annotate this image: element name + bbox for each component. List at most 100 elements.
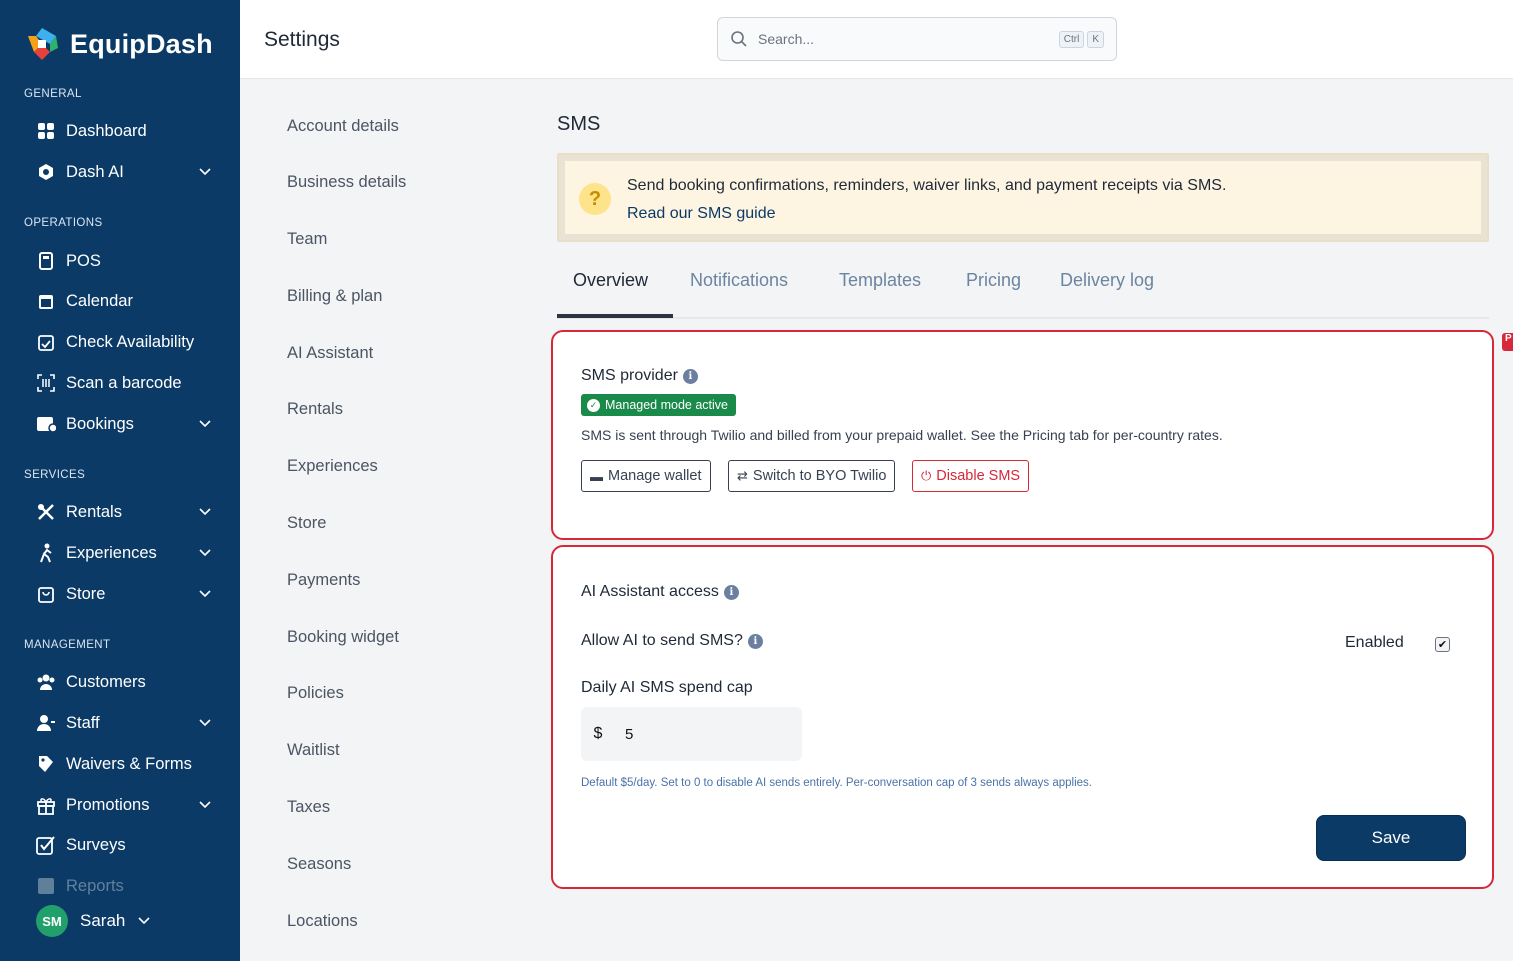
ai-access-label: AI Assistant access i bbox=[581, 583, 739, 601]
daily-cap-input[interactable] bbox=[615, 707, 802, 761]
nav-section-services: SERVICES bbox=[24, 469, 86, 481]
sidebar-item-customers[interactable]: Customers bbox=[36, 665, 216, 699]
sidebar-item-store[interactable]: Store bbox=[36, 577, 216, 611]
staff-icon bbox=[36, 713, 56, 733]
equipdash-logo-icon bbox=[24, 26, 60, 62]
currency-symbol: $ bbox=[593, 725, 603, 742]
save-button[interactable]: Save bbox=[1316, 815, 1466, 861]
settings-nav-taxes[interactable]: Taxes bbox=[287, 798, 330, 817]
sidebar-item-label: Calendar bbox=[66, 291, 133, 310]
sidebar-item-dash-ai[interactable]: Dash AI bbox=[36, 155, 216, 189]
sidebar-item-rentals[interactable]: Rentals bbox=[36, 495, 216, 529]
sidebar-item-promotions[interactable]: Promotions bbox=[36, 788, 216, 822]
chevron-down-icon[interactable] bbox=[198, 716, 212, 730]
settings-nav-billing[interactable]: Billing & plan bbox=[287, 287, 382, 306]
sidebar-item-waivers[interactable]: Waivers & Forms bbox=[36, 747, 216, 781]
tab-notifications[interactable]: Notifications bbox=[690, 270, 788, 291]
user-menu[interactable]: SM Sarah bbox=[36, 905, 151, 937]
settings-nav-locations[interactable]: Locations bbox=[287, 912, 358, 931]
disable-sms-button[interactable]: ⏻ Disable SMS bbox=[912, 460, 1030, 492]
pos-icon bbox=[36, 251, 56, 271]
settings-nav-rentals[interactable]: Rentals bbox=[287, 400, 343, 419]
dash-ai-icon bbox=[36, 162, 56, 182]
sms-provider-card: SMS provider i ✓ Managed mode active SMS… bbox=[551, 330, 1494, 540]
sidebar-item-label: POS bbox=[66, 251, 101, 270]
dashboard-icon bbox=[36, 121, 56, 141]
allow-ai-sms-label: Allow AI to send SMS? i bbox=[581, 632, 763, 650]
sidebar-item-calendar[interactable]: Calendar bbox=[36, 284, 216, 318]
info-icon[interactable]: i bbox=[747, 633, 763, 649]
sidebar-item-label: Experiences bbox=[66, 543, 157, 562]
sms-provider-label: SMS provider i bbox=[581, 367, 698, 385]
allow-ai-sms-label-text: Allow AI to send SMS? bbox=[581, 632, 743, 649]
section-title: SMS bbox=[557, 113, 601, 135]
sidebar-item-check-availability[interactable]: Check Availability bbox=[36, 325, 216, 359]
settings-nav-ai-assistant[interactable]: AI Assistant bbox=[287, 344, 373, 363]
settings-nav-seasons[interactable]: Seasons bbox=[287, 855, 351, 874]
chevron-down-icon[interactable] bbox=[198, 587, 212, 601]
settings-nav-waitlist[interactable]: Waitlist bbox=[287, 741, 340, 760]
chevron-down-icon[interactable] bbox=[198, 505, 212, 519]
tab-delivery-log[interactable]: Delivery log bbox=[1060, 270, 1154, 291]
chevron-down-icon[interactable] bbox=[198, 546, 212, 560]
sidebar-item-surveys[interactable]: Surveys bbox=[36, 828, 216, 862]
chevron-down-icon[interactable] bbox=[137, 914, 151, 928]
reports-icon bbox=[36, 876, 56, 896]
manage-wallet-label: Manage wallet bbox=[608, 468, 702, 484]
calendar-check-icon bbox=[36, 332, 56, 352]
settings-nav-policies[interactable]: Policies bbox=[287, 684, 344, 703]
brand[interactable]: EquipDash bbox=[24, 26, 213, 62]
info-icon[interactable]: i bbox=[682, 368, 698, 384]
status-badge: ✓ Managed mode active bbox=[581, 394, 736, 416]
tab-overview[interactable]: Overview bbox=[573, 270, 648, 291]
chevron-down-icon[interactable] bbox=[198, 798, 212, 812]
switch-byo-label: Switch to BYO Twilio bbox=[752, 468, 887, 484]
ai-access-card: AI Assistant access i Allow AI to send S… bbox=[551, 545, 1494, 889]
sidebar-item-label: Store bbox=[66, 584, 106, 603]
sms-provider-label-text: SMS provider bbox=[581, 367, 678, 384]
settings-nav-store[interactable]: Store bbox=[287, 514, 326, 533]
sidebar-item-staff[interactable]: Staff bbox=[36, 706, 216, 740]
survey-icon bbox=[36, 835, 56, 855]
settings-nav-team[interactable]: Team bbox=[287, 230, 327, 249]
sidebar-item-label: Promotions bbox=[66, 795, 150, 814]
settings-nav-account-details[interactable]: Account details bbox=[287, 117, 399, 136]
banner-text: Send booking confirmations, reminders, w… bbox=[627, 177, 1227, 194]
tab-pricing[interactable]: Pricing bbox=[966, 270, 1021, 291]
barcode-icon bbox=[36, 373, 56, 393]
manage-wallet-button[interactable]: ▬ Manage wallet bbox=[581, 460, 711, 492]
nav-section-operations: OPERATIONS bbox=[24, 217, 103, 229]
enabled-checkbox[interactable]: ✔ bbox=[1435, 637, 1450, 652]
nav-section-general: GENERAL bbox=[24, 88, 82, 100]
disable-sms-label: Disable SMS bbox=[936, 468, 1021, 484]
waiver-icon bbox=[36, 754, 56, 774]
bookings-icon bbox=[36, 414, 56, 434]
sidebar-item-scan-barcode[interactable]: Scan a barcode bbox=[36, 366, 216, 400]
sidebar-item-reports[interactable]: Reports bbox=[36, 869, 216, 903]
sidebar-item-label: Reports bbox=[66, 876, 124, 895]
user-name: Sarah bbox=[80, 911, 126, 930]
shortcut-k: K bbox=[1087, 30, 1104, 48]
edge-tab-badge[interactable]: P bbox=[1502, 333, 1513, 351]
settings-nav-experiences[interactable]: Experiences bbox=[287, 457, 378, 476]
settings-nav-booking-widget[interactable]: Booking widget bbox=[287, 628, 399, 647]
provider-description: SMS is sent through Twilio and billed fr… bbox=[581, 427, 1223, 443]
daily-cap-label: Daily AI SMS spend cap bbox=[581, 679, 753, 696]
sms-guide-link[interactable]: Read our SMS guide bbox=[627, 205, 776, 223]
sidebar-item-dashboard[interactable]: Dashboard bbox=[36, 114, 216, 148]
daily-cap-hint: Default $5/day. Set to 0 to disable AI s… bbox=[581, 777, 1092, 789]
nav-section-management: MANAGEMENT bbox=[24, 639, 111, 651]
sidebar-item-bookings[interactable]: Bookings bbox=[36, 407, 216, 441]
info-icon[interactable]: i bbox=[723, 584, 739, 600]
topbar: Settings Search... Ctrl K bbox=[240, 0, 1513, 79]
tab-templates[interactable]: Templates bbox=[839, 270, 921, 291]
chevron-down-icon[interactable] bbox=[198, 417, 212, 431]
wallet-icon: ▬ bbox=[590, 468, 603, 484]
settings-nav-business-details[interactable]: Business details bbox=[287, 173, 406, 192]
settings-nav-payments[interactable]: Payments bbox=[287, 571, 360, 590]
sidebar-item-pos[interactable]: POS bbox=[36, 244, 216, 278]
switch-byo-twilio-button[interactable]: ⇄ Switch to BYO Twilio bbox=[728, 460, 896, 492]
chevron-down-icon[interactable] bbox=[198, 165, 212, 179]
search-input[interactable]: Search... Ctrl K bbox=[717, 17, 1117, 61]
sidebar-item-experiences[interactable]: Experiences bbox=[36, 536, 216, 570]
